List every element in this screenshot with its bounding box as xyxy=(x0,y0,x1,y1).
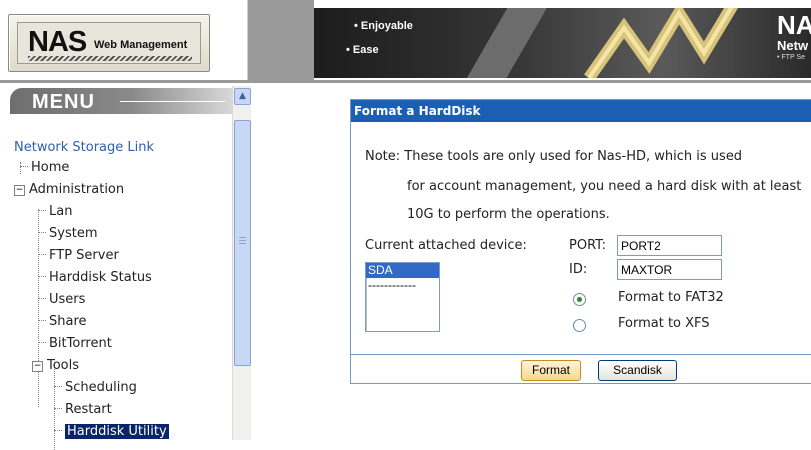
panel-title: Format a HardDisk xyxy=(351,100,811,122)
logo-subtitle: Web Management xyxy=(94,39,188,51)
banner-bullet-1: • Enjoyable xyxy=(354,20,413,32)
sidebar-item-system[interactable]: System xyxy=(38,224,97,244)
fat32-label: Format to FAT32 xyxy=(618,290,724,305)
sidebar-item-lan[interactable]: Lan xyxy=(38,202,72,222)
menu-header: MENU xyxy=(10,88,232,114)
sidebar-root-link[interactable]: Network Storage Link xyxy=(14,138,154,158)
sidebar-item-administration[interactable]: − Administration xyxy=(14,180,124,200)
scroll-up-icon[interactable]: ▲ xyxy=(234,88,251,105)
logo-title: NAS xyxy=(28,26,87,58)
sidebar-item-scheduling[interactable]: Scheduling xyxy=(54,378,137,398)
collapse-icon[interactable]: − xyxy=(32,361,43,372)
brand-subtitle: Netw xyxy=(777,38,809,53)
sidebar-item-bittorrent[interactable]: BitTorrent xyxy=(38,334,112,354)
xfs-radio[interactable] xyxy=(573,319,586,332)
note-line-1: Note: These tools are only used for Nas-… xyxy=(365,149,743,164)
sidebar-item-home[interactable]: Home xyxy=(20,158,69,178)
sidebar-item-ftp-server[interactable]: FTP Server xyxy=(38,246,119,266)
sidebar: MENU Network Storage Link Home − Administ… xyxy=(4,86,251,450)
header-divider xyxy=(0,80,811,83)
scandisk-button[interactable]: Scandisk xyxy=(598,360,677,381)
header-gap xyxy=(248,0,314,80)
nas-logo: NAS Web Management xyxy=(8,14,210,72)
sidebar-scrollbar[interactable]: ▲ xyxy=(232,86,251,440)
header-banner: • Enjoyable • Ease NA Netw • FTP Se xyxy=(314,8,811,78)
menu-title: MENU xyxy=(32,91,95,113)
note-line-2: for account management, you need a hard … xyxy=(407,179,802,194)
sidebar-item-share[interactable]: Share xyxy=(38,312,87,332)
device-option-separator[interactable]: ------------ xyxy=(366,278,439,293)
sidebar-item-harddisk-status[interactable]: Harddisk Status xyxy=(38,268,152,288)
device-listbox[interactable]: SDA ------------ xyxy=(365,262,440,332)
port-field[interactable]: PORT2 xyxy=(617,235,722,256)
xfs-label: Format to XFS xyxy=(618,316,710,331)
brand-tagline: • FTP Se xyxy=(777,54,805,61)
logo-hatch-decoration xyxy=(28,56,192,61)
sidebar-item-restart[interactable]: Restart xyxy=(54,400,112,420)
collapse-icon[interactable]: − xyxy=(14,185,25,196)
id-label: ID: xyxy=(569,262,588,277)
header-logo-area: NAS Web Management xyxy=(0,0,248,80)
banner-bullet-2: • Ease xyxy=(346,44,379,56)
port-label: PORT: xyxy=(569,238,607,253)
device-option-sda[interactable]: SDA xyxy=(366,263,439,278)
format-button[interactable]: Format xyxy=(521,360,581,381)
device-label: Current attached device: xyxy=(365,238,527,253)
sidebar-item-harddisk-utility[interactable]: Harddisk Utility xyxy=(54,422,169,442)
note-line-3: 10G to perform the operations. xyxy=(407,207,610,222)
fat32-radio[interactable] xyxy=(573,293,586,306)
sidebar-item-users[interactable]: Users xyxy=(38,290,85,310)
banner-zigzag-graphic xyxy=(584,8,738,78)
id-field[interactable]: MAXTOR xyxy=(617,259,722,280)
scroll-thumb[interactable] xyxy=(234,120,251,366)
sidebar-item-tools[interactable]: − Tools xyxy=(32,356,79,376)
format-harddisk-panel: Format a HardDisk Note: These tools are … xyxy=(350,99,811,384)
brand-title: NA xyxy=(777,12,811,38)
panel-separator xyxy=(351,354,811,355)
